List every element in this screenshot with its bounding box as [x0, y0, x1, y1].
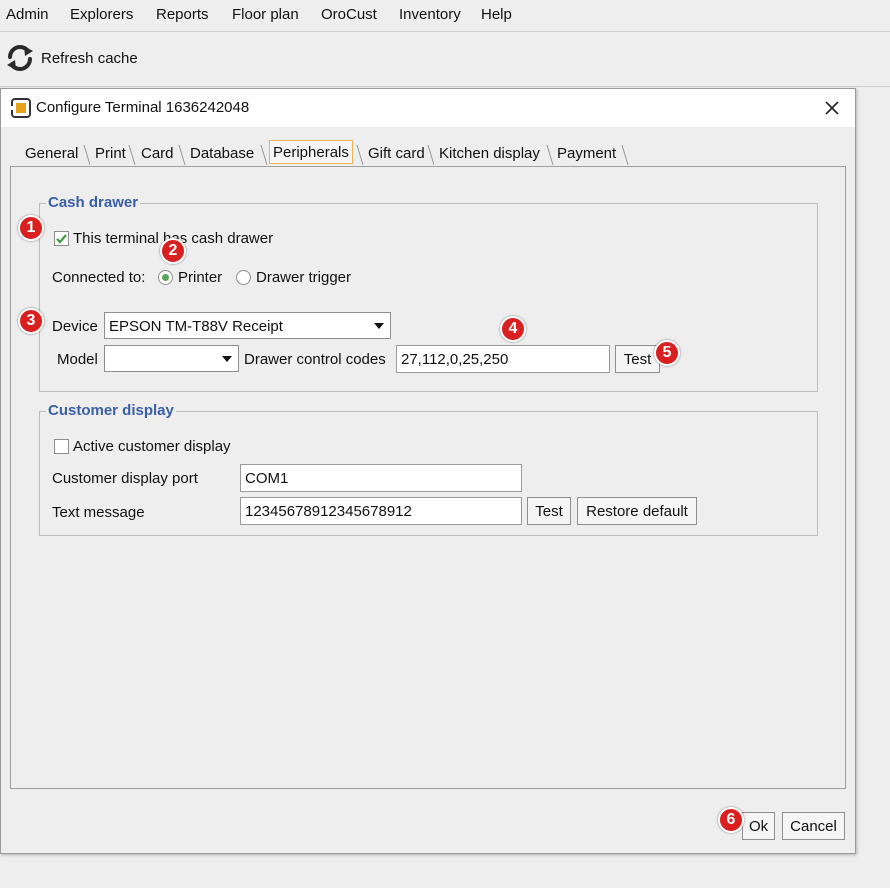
customer-display-port-label: Customer display port — [52, 470, 198, 487]
dialog-titlebar[interactable]: Configure Terminal 1636242048 — [1, 89, 855, 127]
printer-radio[interactable] — [158, 270, 173, 285]
cash-drawer-group: Cash drawer This terminal has cash drawe… — [39, 195, 818, 392]
tab-separator — [356, 144, 364, 166]
refresh-cache-button[interactable]: Refresh cache — [4, 41, 138, 75]
tab-separator — [260, 144, 268, 166]
annotation-badge-4: 4 — [500, 316, 526, 342]
dialog-title: Configure Terminal 1636242048 — [36, 99, 250, 116]
customer-display-port-input[interactable] — [240, 464, 522, 492]
toolbar: Refresh cache — [0, 33, 890, 87]
connected-to-label: Connected to: — [52, 269, 146, 286]
text-message-input[interactable] — [240, 497, 522, 525]
peripherals-panel: Cash drawer This terminal has cash drawe… — [10, 166, 846, 789]
tab-separator — [178, 144, 186, 166]
has-cash-drawer-checkbox[interactable] — [54, 231, 69, 246]
tab-separator — [83, 144, 91, 166]
menu-reports[interactable]: Reports — [156, 6, 209, 23]
tab-print[interactable]: Print — [95, 141, 126, 167]
menu-orocust[interactable]: OroCust — [321, 6, 377, 23]
restore-default-button[interactable]: Restore default — [577, 497, 697, 525]
text-message-label: Text message — [52, 504, 145, 521]
menu-help[interactable]: Help — [481, 6, 512, 23]
menu-admin[interactable]: Admin — [6, 6, 49, 23]
model-dropdown[interactable] — [104, 345, 239, 372]
refresh-cache-label: Refresh cache — [41, 49, 138, 67]
tab-separator — [621, 144, 629, 166]
tab-general[interactable]: General — [25, 141, 78, 167]
customer-display-group: Customer display Active customer display… — [39, 403, 818, 536]
menu-bar: Admin Explorers Reports Floor plan OroCu… — [0, 0, 890, 32]
tab-database[interactable]: Database — [190, 141, 254, 167]
device-label: Device — [52, 318, 98, 335]
menu-explorers[interactable]: Explorers — [70, 6, 133, 23]
customer-display-title: Customer display — [46, 402, 176, 419]
menu-inventory[interactable]: Inventory — [399, 6, 461, 23]
drawer-control-codes-input[interactable] — [396, 345, 610, 373]
radio-selected-dot — [162, 274, 169, 281]
printer-radio-label: Printer — [178, 269, 223, 286]
menu-floor-plan[interactable]: Floor plan — [232, 6, 299, 23]
app-icon — [11, 98, 31, 118]
check-icon — [56, 234, 67, 244]
annotation-badge-2: 2 — [160, 238, 186, 264]
cash-drawer-title: Cash drawer — [46, 194, 141, 211]
refresh-icon — [7, 45, 33, 71]
active-customer-display-label: Active customer display — [73, 438, 231, 455]
tab-separator — [427, 144, 435, 166]
model-label: Model — [57, 351, 98, 368]
annotation-badge-1: 1 — [18, 215, 44, 241]
tab-card[interactable]: Card — [141, 141, 174, 167]
annotation-badge-6: 6 — [718, 807, 744, 833]
tab-kitchen-display[interactable]: Kitchen display — [439, 141, 540, 167]
annotation-badge-3: 3 — [18, 308, 44, 334]
device-value: EPSON TM-T88V Receipt — [109, 318, 283, 335]
close-icon[interactable] — [821, 97, 843, 119]
chevron-down-icon — [374, 323, 384, 329]
configure-terminal-dialog: Configure Terminal 1636242048 General Pr… — [0, 88, 856, 854]
display-test-button[interactable]: Test — [527, 497, 571, 525]
tab-separator — [128, 144, 136, 166]
device-dropdown[interactable]: EPSON TM-T88V Receipt — [104, 312, 391, 339]
tab-payment[interactable]: Payment — [557, 141, 616, 167]
ok-button[interactable]: Ok — [742, 812, 775, 840]
tab-gift-card[interactable]: Gift card — [368, 141, 425, 167]
drawer-test-button[interactable]: Test — [615, 345, 660, 373]
tab-peripherals[interactable]: Peripherals — [269, 140, 353, 164]
drawer-trigger-radio[interactable] — [236, 270, 251, 285]
active-customer-display-checkbox[interactable] — [54, 439, 69, 454]
tab-separator — [546, 144, 554, 166]
chevron-down-icon — [222, 356, 232, 362]
cancel-button[interactable]: Cancel — [782, 812, 845, 840]
annotation-badge-5: 5 — [654, 340, 680, 366]
drawer-control-codes-label: Drawer control codes — [244, 351, 386, 368]
drawer-trigger-radio-label: Drawer trigger — [256, 269, 352, 286]
